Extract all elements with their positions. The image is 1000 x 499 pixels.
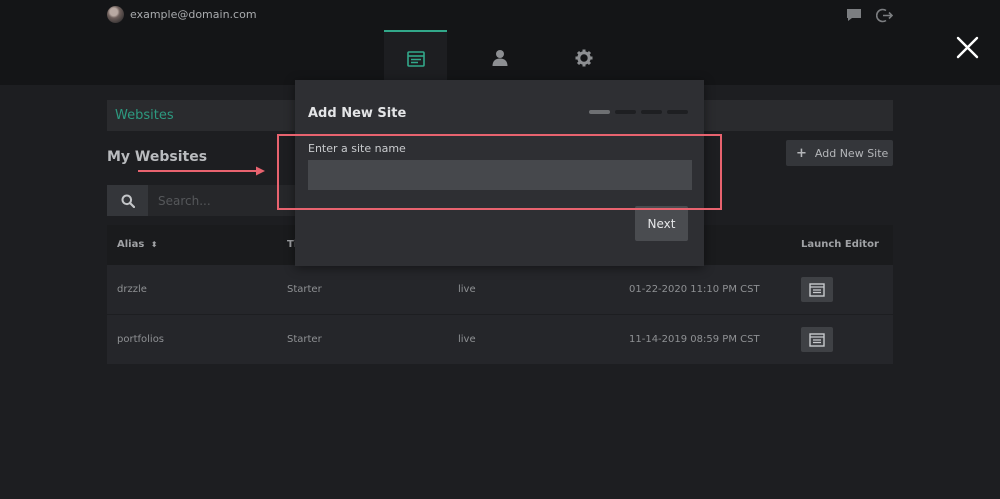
modal-title: Add New Site	[308, 106, 407, 121]
user-icon	[492, 50, 507, 66]
sign-out-icon[interactable]	[876, 7, 893, 24]
column-header-alias-label: Alias	[117, 239, 145, 250]
nav-bar	[0, 30, 1000, 85]
launch-editor-button[interactable]	[801, 327, 833, 352]
add-new-site-label: Add New Site	[814, 146, 889, 160]
tab-account[interactable]	[468, 30, 531, 85]
close-icon[interactable]	[956, 36, 979, 59]
launch-editor-button[interactable]	[801, 277, 833, 302]
cell-status: live	[458, 334, 476, 345]
browser-window-icon	[406, 50, 425, 67]
step-3	[641, 110, 662, 114]
tab-settings[interactable]	[552, 30, 615, 85]
editor-icon	[809, 282, 825, 297]
plus-icon: +	[796, 145, 807, 161]
site-name-label: Enter a site name	[308, 142, 406, 155]
step-1	[589, 110, 610, 114]
cell-alias: portfolios	[117, 334, 165, 345]
search-button[interactable]	[107, 185, 148, 216]
site-name-input[interactable]	[308, 160, 692, 190]
column-header-alias[interactable]: Alias ⬍	[117, 239, 157, 250]
add-new-site-button[interactable]: + Add New Site	[786, 140, 893, 166]
avatar[interactable]	[107, 6, 124, 23]
breadcrumb-websites[interactable]: Websites	[115, 108, 174, 123]
cell-tier: Starter	[287, 284, 322, 295]
step-4	[667, 110, 688, 114]
cell-status: live	[458, 284, 476, 295]
user-email: example@domain.com	[130, 8, 257, 21]
chat-icon[interactable]	[846, 8, 862, 22]
tab-websites[interactable]	[384, 30, 447, 85]
cell-date: 11-14-2019 08:59 PM CST	[629, 334, 760, 345]
add-new-site-modal: Add New Site Enter a site name Next	[295, 80, 704, 266]
cell-alias: drzzle	[117, 284, 147, 295]
table-row: drzzle Starter live 01-22-2020 11:10 PM …	[107, 265, 893, 315]
next-button[interactable]: Next	[635, 206, 688, 241]
column-header-launch-editor: Launch Editor	[801, 239, 879, 250]
cell-tier: Starter	[287, 334, 322, 345]
page-title: My Websites	[107, 149, 208, 165]
editor-icon	[809, 332, 825, 347]
table-row: portfolios Starter live 11-14-2019 08:59…	[107, 315, 893, 365]
top-bar: example@domain.com	[0, 0, 1000, 30]
annotation-arrow-icon	[138, 166, 265, 176]
cell-date: 01-22-2020 11:10 PM CST	[629, 284, 760, 295]
search-icon	[121, 194, 135, 208]
sort-icon: ⬍	[150, 240, 158, 249]
step-2	[615, 110, 636, 114]
gear-icon	[575, 49, 592, 66]
